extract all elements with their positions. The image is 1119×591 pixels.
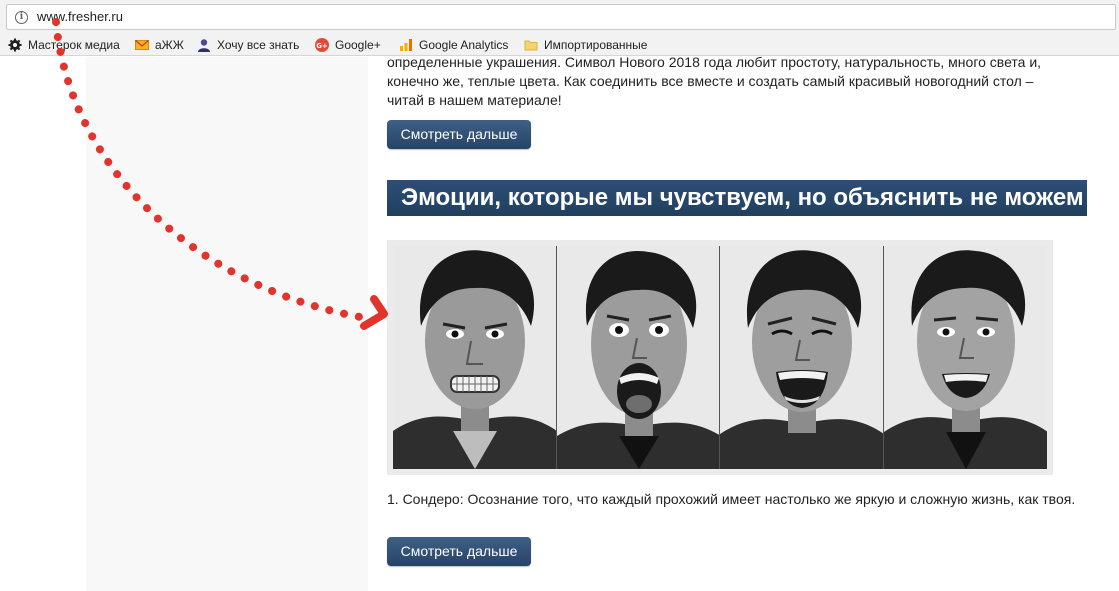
more-button[interactable]: Смотреть дальше	[387, 537, 531, 566]
info-icon[interactable]: i	[15, 11, 28, 24]
face-panel	[393, 246, 557, 469]
bookmark-google-analytics[interactable]: Google Analytics	[399, 36, 508, 54]
google-plus-icon: G+	[315, 38, 329, 52]
svg-text:G+: G+	[316, 42, 328, 50]
bookmark-google-plus[interactable]: G+ Google+	[315, 36, 381, 54]
left-sidebar	[86, 57, 368, 591]
smile-face-image	[883, 246, 1047, 469]
laugh-face-image	[720, 246, 883, 469]
scream-face-image	[556, 246, 720, 469]
bookmark-label: аЖЖ	[155, 38, 184, 52]
bookmark-label: Хочу все знать	[217, 38, 300, 52]
bookmark-mastero-media[interactable]: Мастерок медиа	[8, 36, 120, 54]
folder-icon	[524, 40, 538, 51]
url-text[interactable]: www.fresher.ru	[37, 9, 123, 24]
gear-badge-icon	[8, 38, 22, 52]
analytics-icon	[400, 39, 412, 51]
article-intro-text: определенные украшения. Символ Нового 20…	[387, 54, 1042, 108]
face-panel	[720, 246, 884, 469]
bookmark-label: Мастерок медиа	[28, 38, 120, 52]
address-bar: i www.fresher.ru	[0, 0, 1119, 34]
bookmark-label: Google+	[335, 38, 381, 52]
person-icon	[198, 39, 210, 52]
article-caption: 1. Сондеро: Осознание того, что каждый п…	[387, 491, 1076, 507]
face-panel	[556, 246, 720, 469]
bookmark-azhzh[interactable]: аЖЖ	[135, 36, 184, 54]
grimace-face-image	[393, 246, 556, 469]
article-photo[interactable]	[387, 240, 1053, 475]
url-input[interactable]: i www.fresher.ru	[6, 4, 1116, 30]
bookmark-folder-imported[interactable]: Импортированные	[524, 36, 660, 54]
bookmark-label: Google Analytics	[419, 38, 509, 52]
bookmark-label: Импортированные	[544, 38, 648, 52]
envelope-icon	[135, 40, 149, 50]
face-panel	[883, 246, 1047, 469]
more-button[interactable]: Смотреть дальше	[387, 120, 531, 149]
bookmark-hochu-vse-znat[interactable]: Хочу все знать	[197, 36, 299, 54]
browser-page: i www.fresher.ru Мастерок медиа аЖЖ Хочу…	[0, 0, 1119, 591]
article-heading[interactable]: Эмоции, которые мы чувствуем, но объясни…	[387, 180, 1087, 216]
